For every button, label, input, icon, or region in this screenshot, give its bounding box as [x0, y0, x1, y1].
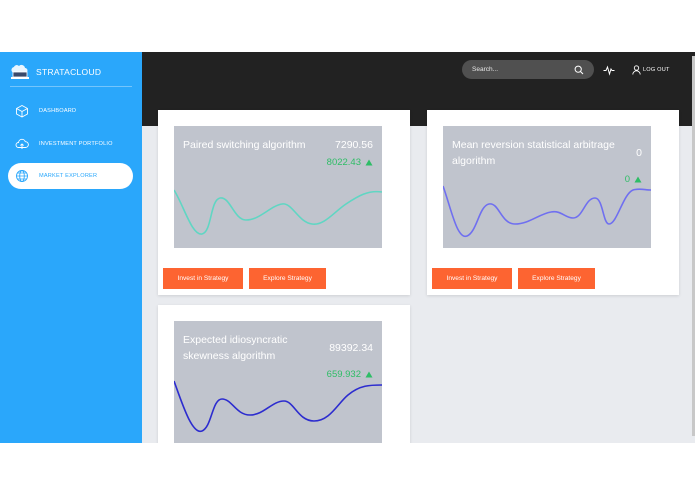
sidebar: STRATACLOUD DASHBOARD INVESTMENT PORTFOL… [0, 52, 142, 443]
triangle-up-icon [365, 159, 373, 166]
chart-panel[interactable]: Mean reversion statistical arbitrage alg… [443, 126, 651, 248]
change-value: 8022.43 [326, 157, 361, 168]
strategy-value: 7290.56 [335, 139, 373, 151]
invest-button[interactable]: Invest in Strategy [163, 268, 243, 289]
laptop-cloud-icon [11, 64, 29, 79]
strategy-card: Expected idiosyncratic skewness algorith… [158, 305, 410, 443]
sparkline-line [174, 189, 382, 235]
strategy-name: Mean reversion statistical arbitrage alg… [452, 139, 615, 167]
brand-name: STRATACLOUD [36, 67, 102, 77]
explore-button[interactable]: Explore Strategy [518, 268, 595, 289]
sidebar-item-investment-portfolio[interactable]: INVESTMENT PORTFOLIO [8, 131, 133, 157]
explore-button[interactable]: Explore Strategy [249, 268, 326, 289]
sparkline-chart [174, 380, 382, 432]
strategy-change: 8022.43 [327, 157, 373, 168]
sidebar-item-market-explorer[interactable]: MARKET EXPLORER [8, 163, 133, 189]
sidebar-divider [10, 86, 132, 87]
globe-icon [16, 170, 28, 182]
sparkline-line [443, 185, 651, 237]
sparkline-line [174, 380, 382, 432]
sidebar-item-label: MARKET EXPLORER [39, 173, 98, 179]
strategy-value: 0 [636, 147, 642, 159]
app-window: STRATACLOUD DASHBOARD INVESTMENT PORTFOL… [0, 52, 695, 443]
sidebar-item-dashboard[interactable]: DASHBOARD [8, 98, 133, 124]
sparkline-chart [174, 189, 382, 235]
cloud-upload-icon [15, 138, 29, 149]
sparkline-chart [443, 185, 651, 237]
logout-button[interactable]: LOG OUT [632, 63, 670, 77]
logout-label: LOG OUT [643, 67, 670, 73]
invest-button[interactable]: Invest in Strategy [432, 268, 512, 289]
search-input[interactable] [472, 66, 568, 73]
strategy-value: 89392.34 [329, 342, 373, 354]
strategy-card: Mean reversion statistical arbitrage alg… [427, 110, 679, 295]
user-icon [632, 65, 641, 75]
brand[interactable]: STRATACLOUD [10, 61, 134, 83]
strategy-name: Expected idiosyncratic skewness algorith… [183, 334, 288, 362]
strategy-card: Paired switching algorithm 7290.56 8022.… [158, 110, 410, 295]
activity-icon[interactable] [603, 64, 615, 76]
search-box[interactable] [462, 60, 594, 79]
sidebar-item-label: INVESTMENT PORTFOLIO [39, 141, 113, 147]
cube-icon [16, 104, 28, 118]
chart-panel[interactable]: Expected idiosyncratic skewness algorith… [174, 321, 382, 443]
strategy-name: Paired switching algorithm [183, 139, 306, 151]
sidebar-item-label: DASHBOARD [39, 108, 77, 114]
search-icon[interactable] [574, 65, 584, 75]
chart-panel[interactable]: Paired switching algorithm 7290.56 8022.… [174, 126, 382, 248]
